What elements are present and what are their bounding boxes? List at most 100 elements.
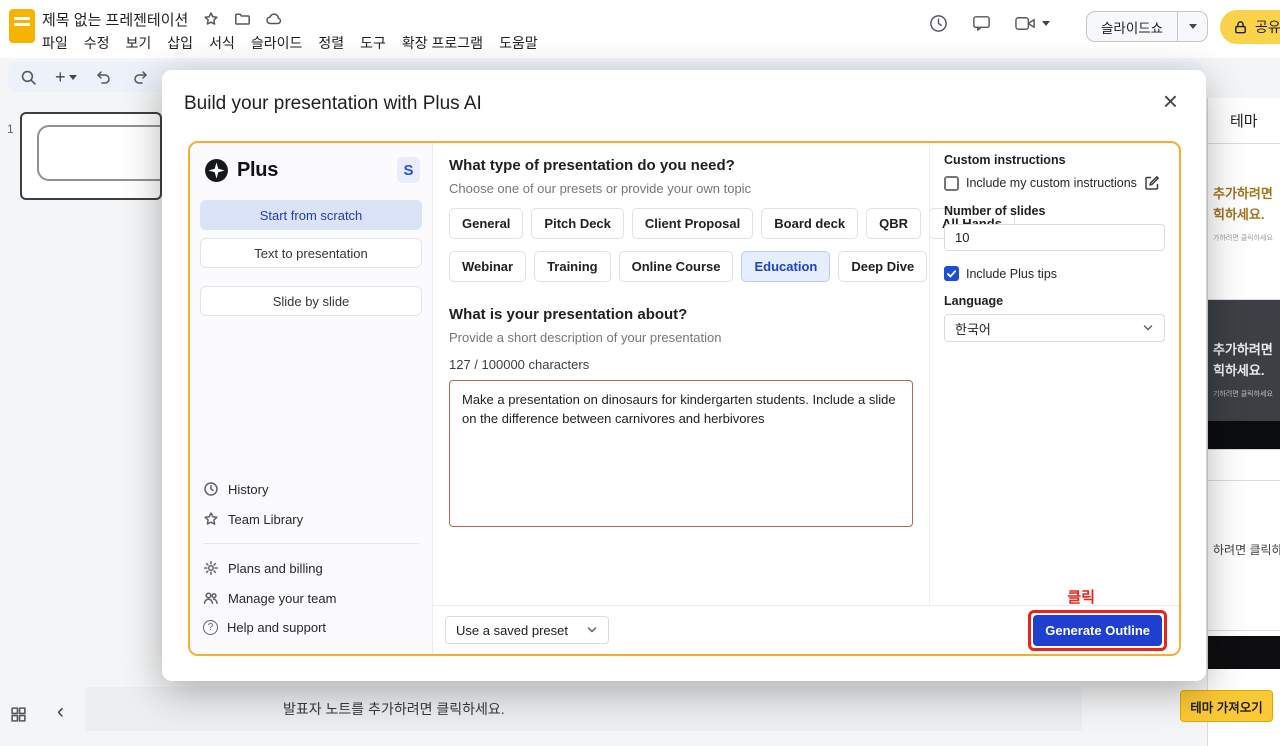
screen: 제목 없는 프레젠테이션 파일 수정 보기 삽입 서식 슬라이드 정렬 도구 확…: [0, 0, 1280, 746]
slide-title-placeholder: [37, 125, 160, 181]
version-history-icon[interactable]: [928, 13, 949, 34]
avatar[interactable]: S: [397, 157, 420, 183]
close-icon[interactable]: ×: [1163, 88, 1178, 114]
clock-icon: [203, 481, 219, 497]
title-bar: 제목 없는 프레젠테이션: [42, 8, 282, 30]
header-actions: [928, 13, 1050, 34]
app-header: 제목 없는 프레젠테이션 파일 수정 보기 삽입 서식 슬라이드 정렬 도구 확…: [0, 0, 1280, 58]
menu-tools[interactable]: 도구: [352, 30, 394, 56]
slideshow-caret-icon[interactable]: [1178, 11, 1209, 42]
theme-card-plain[interactable]: 하려면 클릭하: [1208, 481, 1280, 631]
plus-ai-body: Plus S Start from scratch Text to presen…: [188, 141, 1181, 656]
theme-panel: 테마 추가하려면 힉하세요. 가하려면 클릭하세요 추가하려면 힉하세요. 기하…: [1207, 98, 1280, 746]
menu-help[interactable]: 도움말: [491, 30, 546, 56]
slides-logo-icon[interactable]: [9, 9, 35, 43]
search-icon[interactable]: [20, 69, 37, 86]
plus-tips-row: Include Plus tips: [944, 266, 1165, 281]
brand-name: Plus: [237, 158, 279, 181]
theme-card-text: 추가하려면: [1213, 342, 1273, 357]
grid-view-icon[interactable]: [10, 706, 27, 723]
dialog-main: What type of presentation do you need? C…: [433, 143, 1015, 605]
question-icon: ?: [203, 620, 218, 635]
mode-text-to-presentation[interactable]: Text to presentation: [200, 238, 422, 268]
chevron-left-icon[interactable]: ‹: [57, 701, 64, 722]
people-icon: [203, 590, 219, 606]
custom-instructions-checkbox[interactable]: [944, 175, 959, 191]
preset-deep-dive[interactable]: Deep Dive: [838, 251, 928, 282]
theme-card-footer-strip: [1208, 421, 1280, 449]
team-library-link[interactable]: Team Library: [203, 511, 419, 527]
menu-extensions[interactable]: 확장 프로그램: [394, 30, 491, 56]
cloud-status-icon[interactable]: [265, 11, 282, 27]
preset-online-course[interactable]: Online Course: [618, 251, 734, 282]
dialog-title: Build your presentation with Plus AI: [184, 93, 482, 114]
comment-icon[interactable]: [971, 13, 992, 34]
history-link[interactable]: History: [203, 481, 419, 497]
theme-card-black[interactable]: [1208, 636, 1280, 669]
plans-billing-link[interactable]: Plans and billing: [203, 560, 419, 576]
move-folder-icon[interactable]: [234, 11, 251, 27]
speaker-notes[interactable]: 발표자 노트를 추가하려면 클릭하세요.: [85, 687, 1082, 731]
menu-arrange[interactable]: 정렬: [310, 30, 352, 56]
number-of-slides-label: Number of slides: [944, 204, 1046, 218]
menu-edit[interactable]: 수정: [76, 30, 118, 56]
theme-card-dark[interactable]: 추가하려면 힉하세요. 기하려면 클릭하세요: [1208, 300, 1280, 450]
chevron-down-icon: [587, 627, 597, 633]
document-title[interactable]: 제목 없는 프레젠테이션: [42, 9, 188, 30]
preset-general[interactable]: General: [449, 208, 524, 239]
theme-card-light[interactable]: 추가하려면 힉하세요. 가하려면 클릭하세요: [1208, 144, 1280, 300]
preset-pitch-deck[interactable]: Pitch Deck: [531, 208, 624, 239]
preset-row-1: General Pitch Deck Client Proposal Board…: [449, 208, 1015, 239]
language-value: 한국어: [955, 321, 991, 337]
theme-card-text: 하려면 클릭하: [1213, 543, 1280, 557]
preset-qbr[interactable]: QBR: [866, 208, 921, 239]
preset-education[interactable]: Education: [741, 251, 831, 282]
plus-logo-icon: [204, 158, 229, 183]
menu-view[interactable]: 보기: [118, 30, 160, 56]
slideshow-button[interactable]: 슬라이드쇼: [1086, 11, 1179, 42]
new-slide-button[interactable]: +: [55, 68, 77, 86]
annotation-ring: Generate Outline: [1028, 609, 1167, 651]
custom-instructions-row: Include my custom instructions: [944, 175, 1165, 191]
number-of-slides-input[interactable]: [944, 224, 1165, 251]
menu-file[interactable]: 파일: [34, 30, 76, 56]
slideshow-split-button: 슬라이드쇼: [1086, 11, 1209, 42]
preset-webinar[interactable]: Webinar: [449, 251, 527, 282]
description-textarea[interactable]: Make a presentation on dinosaurs for kin…: [449, 380, 913, 527]
mode-start-from-scratch[interactable]: Start from scratch: [200, 200, 422, 230]
manage-team-link[interactable]: Manage your team: [203, 590, 419, 606]
preset-board-deck[interactable]: Board deck: [761, 208, 859, 239]
preset-client-proposal[interactable]: Client Proposal: [631, 208, 754, 239]
import-theme-button[interactable]: 테마 가져오기: [1180, 690, 1273, 722]
theme-card-caption: 기하려면 클릭하세요: [1213, 390, 1273, 398]
language-label: Language: [944, 294, 1004, 308]
plus-tips-checkbox[interactable]: [944, 266, 959, 281]
help-support-link[interactable]: ? Help and support: [203, 620, 419, 635]
menu-bar: 파일 수정 보기 삽입 서식 슬라이드 정렬 도구 확장 프로그램 도움말: [34, 30, 546, 56]
saved-preset-select[interactable]: Use a saved preset: [445, 616, 609, 644]
mode-slide-by-slide[interactable]: Slide by slide: [200, 286, 422, 316]
edit-icon[interactable]: [1144, 175, 1160, 191]
sidebar-divider: [203, 543, 419, 544]
theme-card-text: 힉하세요.: [1213, 362, 1265, 378]
slide-thumbnail[interactable]: [20, 112, 162, 200]
theme-panel-title: 테마: [1230, 113, 1258, 130]
redo-icon[interactable]: [131, 69, 149, 85]
meet-camera-icon[interactable]: [1014, 13, 1050, 34]
generate-area: 클릭 Generate Outline: [1028, 589, 1167, 651]
theme-card-text: 힉하세요.: [1213, 206, 1265, 222]
menu-slide[interactable]: 슬라이드: [243, 30, 311, 56]
language-select[interactable]: 한국어: [944, 314, 1165, 342]
meet-caret-icon[interactable]: [1042, 21, 1050, 26]
generate-outline-button[interactable]: Generate Outline: [1033, 614, 1162, 646]
undo-icon[interactable]: [95, 69, 113, 85]
share-button-label: 공유: [1255, 19, 1280, 35]
star-icon[interactable]: [203, 11, 219, 27]
menu-format[interactable]: 서식: [201, 30, 243, 56]
share-button[interactable]: 공유: [1220, 10, 1280, 44]
plans-billing-label: Plans and billing: [228, 560, 323, 576]
plus-sidebar: Plus S Start from scratch Text to presen…: [190, 143, 433, 654]
sidebar-links: History Team Library Plans and billing M…: [203, 481, 419, 649]
menu-insert[interactable]: 삽입: [159, 30, 201, 56]
preset-training[interactable]: Training: [534, 251, 611, 282]
